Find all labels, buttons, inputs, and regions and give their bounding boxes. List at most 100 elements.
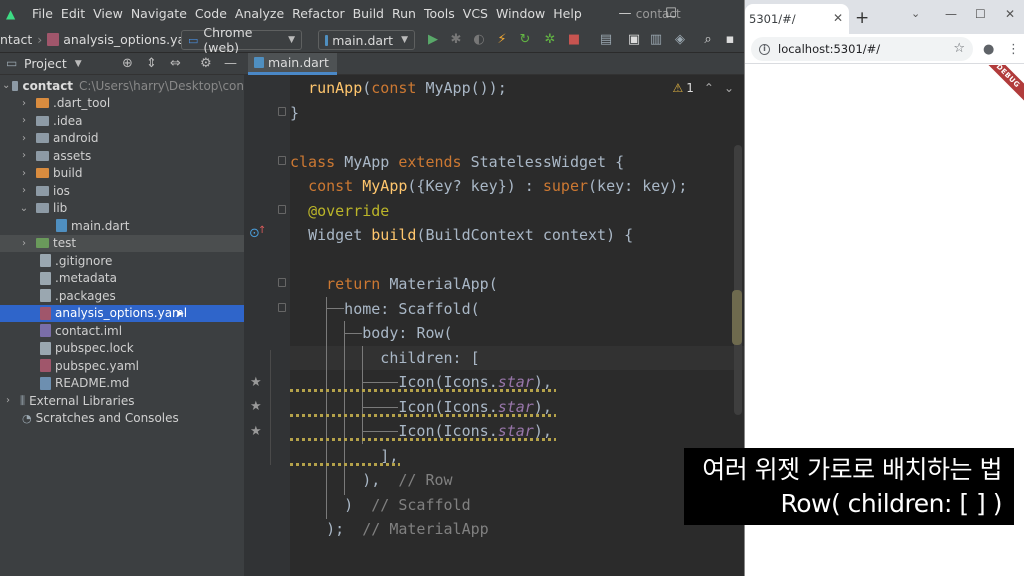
profile-avatar-icon[interactable]: ● [983, 42, 994, 57]
fold-marker-icon[interactable] [278, 303, 286, 312]
locate-icon[interactable]: ⊕ [122, 56, 133, 71]
chevron-right-icon[interactable]: › [18, 185, 30, 196]
maximize-icon[interactable]: ☐ [975, 7, 986, 21]
hot-restart-icon[interactable]: ↻ [517, 32, 533, 48]
settings-icon[interactable]: ▪ [722, 32, 738, 48]
star-icon: ★ [250, 424, 262, 439]
tree-item-test[interactable]: › test [0, 234, 244, 252]
sdk-manager-icon[interactable]: ▥ [648, 32, 664, 48]
tree-item-readme[interactable]: README.md [0, 375, 244, 393]
menu-refactor[interactable]: Refactor [288, 6, 348, 21]
project-view-selector[interactable]: Project [24, 56, 67, 71]
menu-code[interactable]: Code [191, 6, 231, 21]
run-icon[interactable]: ▶ [425, 32, 441, 48]
chevron-right-icon[interactable]: › [18, 238, 30, 249]
menu-window[interactable]: Window [492, 6, 549, 21]
menu-analyze[interactable]: Analyze [231, 6, 288, 21]
fold-marker-icon[interactable] [278, 278, 286, 287]
info-icon[interactable]: i [759, 43, 770, 55]
chevron-right-icon[interactable]: › [2, 395, 14, 406]
chevron-right-icon[interactable]: › [18, 115, 30, 126]
debug-icon[interactable]: ✱ [448, 32, 464, 48]
flutter-inspector-icon[interactable]: ◈ [672, 32, 688, 48]
hot-reload-icon[interactable]: ⚡ [494, 32, 510, 48]
chevron-right-icon[interactable]: › [18, 168, 30, 179]
url-text: localhost:5301/#/ [778, 42, 881, 56]
close-icon[interactable]: ✕ [833, 11, 843, 25]
tree-item-android[interactable]: › android [0, 130, 244, 148]
menu-file[interactable]: File [28, 6, 57, 21]
code-line: home: Scaffold( [290, 300, 480, 318]
code-editor[interactable]: ⚠ 1 ⌃ ⌄ ⊙ ↑ ★ ★ ★ runApp(const MyApp());… [244, 75, 744, 576]
fold-marker-icon[interactable] [278, 205, 286, 214]
tree-item-dart-tool[interactable]: › .dart_tool [0, 95, 244, 113]
project-structure-icon[interactable]: ▤ [598, 32, 614, 48]
tree-label: assets [53, 148, 92, 163]
menu-edit[interactable]: Edit [57, 6, 89, 21]
url-input[interactable]: i localhost:5301/#/ ☆ [751, 37, 973, 61]
attach-debugger-icon[interactable]: ✲ [542, 32, 558, 48]
menu-navigate[interactable]: Navigate [127, 6, 191, 21]
breadcrumb-root[interactable]: ntact [0, 32, 32, 47]
tree-label: build [53, 166, 83, 181]
maximize-icon[interactable]: ☐ [648, 0, 694, 27]
tree-item-assets[interactable]: › assets [0, 147, 244, 165]
fold-marker-icon[interactable] [278, 107, 286, 116]
stop-icon[interactable]: ■ [566, 32, 582, 48]
menu-view[interactable]: View [89, 6, 127, 21]
chevron-right-icon[interactable]: › [18, 150, 30, 161]
run-config-selector[interactable]: main.dart ▼ [318, 30, 415, 50]
minimize-icon[interactable]: — [602, 0, 648, 27]
search-icon[interactable]: ⌕ [700, 32, 716, 48]
tree-item-external-libraries[interactable]: › ⫼ External Libraries [0, 392, 244, 410]
android-studio-logo-icon: ▲ [6, 6, 16, 21]
caret-down-icon[interactable]: ▼ [75, 59, 82, 69]
tree-item-lib[interactable]: ⌄ lib [0, 200, 244, 218]
chevron-up-icon[interactable]: ⌃ [704, 81, 714, 95]
chevron-down-icon[interactable]: ⌄ [18, 203, 30, 214]
device-selector[interactable]: ▭ Chrome (web) ▼ [181, 25, 302, 55]
tree-item-packages[interactable]: .packages [0, 287, 244, 305]
tab-main-dart[interactable]: main.dart [248, 53, 337, 75]
fold-marker-icon[interactable] [278, 156, 286, 165]
menu-tools[interactable]: Tools [420, 6, 459, 21]
tree-item-ios[interactable]: › ios [0, 182, 244, 200]
menu-help[interactable]: Help [549, 6, 586, 21]
close-window-icon[interactable]: ✕ [1005, 7, 1015, 21]
hide-icon[interactable]: — [224, 56, 237, 71]
bookmark-star-icon[interactable]: ☆ [953, 41, 965, 56]
chevron-right-icon[interactable]: › [18, 98, 30, 109]
tree-item-build[interactable]: › build [0, 165, 244, 183]
inspection-widget[interactable]: ⚠ 1 ⌃ ⌄ [672, 81, 734, 95]
tree-item-main-dart[interactable]: main.dart [0, 217, 244, 235]
tree-item-analysis-options[interactable]: analysis_options.yaml ➤ [0, 304, 244, 322]
chevron-down-icon[interactable]: ⌄ [724, 81, 734, 95]
tree-item-pubspec-yaml[interactable]: pubspec.yaml [0, 357, 244, 375]
minimize-icon[interactable]: — [945, 7, 957, 21]
kebab-menu-icon[interactable]: ⋮ [1007, 42, 1020, 57]
new-tab-icon[interactable]: + [855, 8, 869, 28]
tree-item-idea[interactable]: › .idea [0, 112, 244, 130]
browser-tab[interactable]: 5301/#/ ✕ [745, 4, 849, 34]
menu-vcs[interactable]: VCS [459, 6, 492, 21]
tree-item-pubspec-lock[interactable]: pubspec.lock [0, 340, 244, 358]
tree-item-scratches[interactable]: ◔ Scratches and Consoles [0, 410, 244, 428]
menu-run[interactable]: Run [388, 6, 420, 21]
tree-label: analysis_options.yaml [55, 306, 188, 321]
gear-icon[interactable]: ⚙ [200, 56, 212, 71]
browser-address-bar: i localhost:5301/#/ ☆ ● ⋮ [745, 34, 1024, 64]
menu-build[interactable]: Build [349, 6, 388, 21]
device-manager-icon[interactable]: ▣ [626, 32, 642, 48]
tree-item-contact-iml[interactable]: contact.iml [0, 322, 244, 340]
tab-search-icon[interactable]: ⌄ [911, 7, 920, 20]
tree-item-gitignore[interactable]: .gitignore [0, 252, 244, 270]
expand-all-icon[interactable]: ⇕ [146, 56, 157, 71]
tree-item-contact[interactable]: ⌄ contact C:\Users\harry\Desktop\con [0, 77, 244, 95]
coverage-icon[interactable]: ◐ [471, 32, 487, 48]
editor-scrollbar[interactable] [734, 145, 742, 415]
tree-item-metadata[interactable]: .metadata [0, 270, 244, 288]
chevron-down-icon[interactable]: ⌄ [2, 80, 10, 91]
collapse-all-icon[interactable]: ⇔ [170, 56, 181, 71]
scrollbar-thumb[interactable] [732, 290, 742, 345]
chevron-right-icon[interactable]: › [18, 133, 30, 144]
